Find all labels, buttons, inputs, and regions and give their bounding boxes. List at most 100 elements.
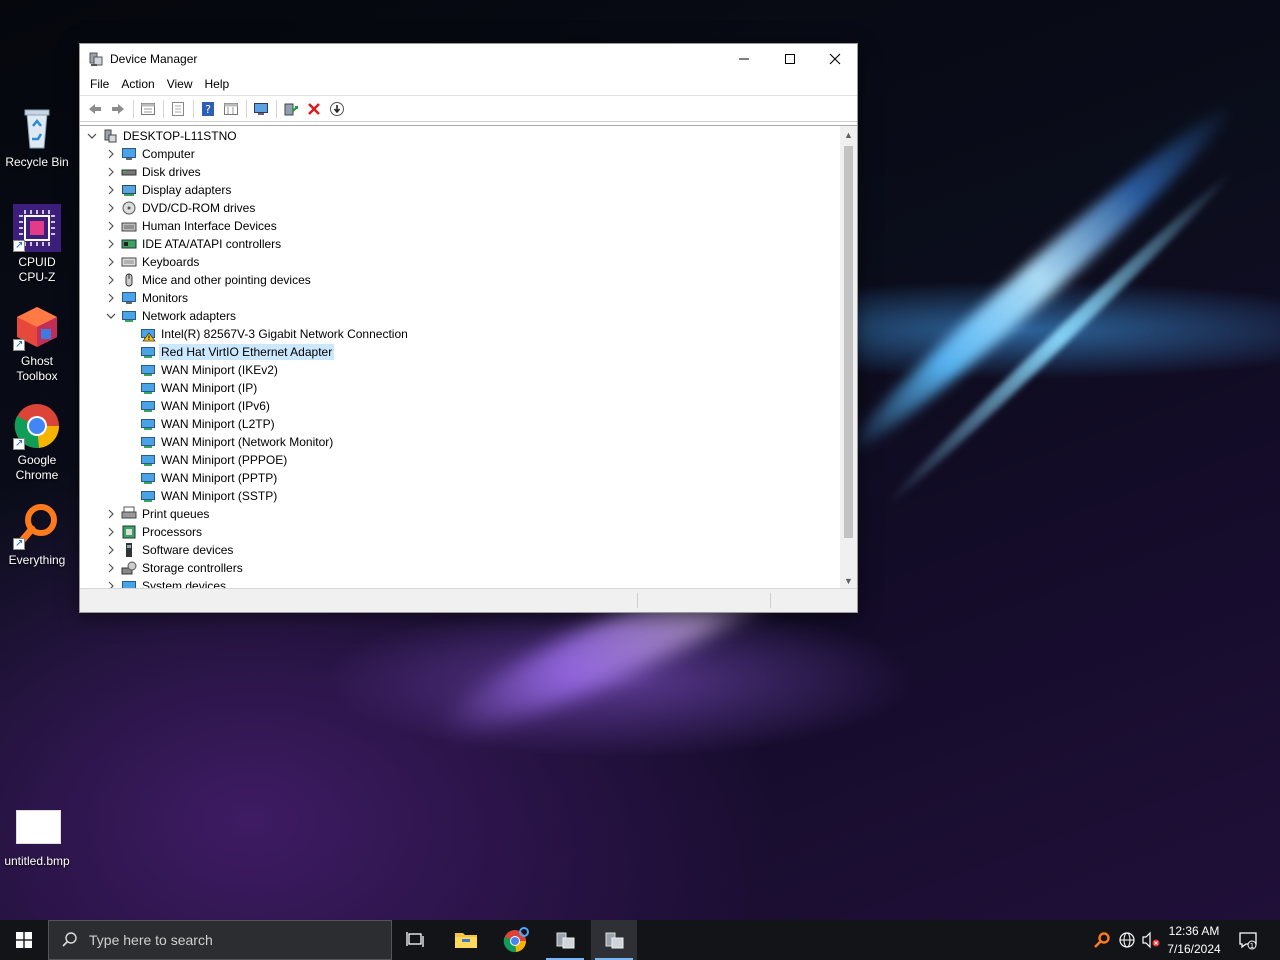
device-manager-window[interactable]: Device Manager File Action View Help ? D…	[79, 43, 858, 613]
desktop-icon-ghost-toolbox[interactable]: Ghost Toolbox	[0, 303, 74, 384]
network-adapter-item[interactable]: Intel(R) 82567V-3 Gigabit Network Connec…	[80, 325, 840, 343]
tree-category-item[interactable]: Processors	[80, 523, 840, 541]
help-button[interactable]: ?	[197, 98, 219, 120]
desktop-icon-everything[interactable]: Everything	[0, 502, 74, 568]
forward-button[interactable]	[107, 98, 129, 120]
network-adapter-item[interactable]: WAN Miniport (PPPOE)	[80, 451, 840, 469]
tree-category-item[interactable]: IDE ATA/ATAPI controllers	[80, 235, 840, 253]
svg-text:1: 1	[1250, 942, 1254, 950]
update-driver-button[interactable]	[280, 98, 302, 120]
maximize-button[interactable]	[767, 44, 813, 73]
menu-view[interactable]: View	[161, 74, 199, 94]
tree-category-network-adapters[interactable]: Network adapters	[80, 307, 840, 325]
chevron-right-icon[interactable]	[105, 220, 117, 232]
monitor-scan-icon	[254, 102, 268, 115]
network-adapter-label: Intel(R) 82567V-3 Gigabit Network Connec…	[161, 327, 408, 341]
network-adapter-item[interactable]: WAN Miniport (L2TP)	[80, 415, 840, 433]
chevron-right-icon[interactable]	[105, 184, 117, 196]
tree-category-item[interactable]: Software devices	[80, 541, 840, 559]
tree-category-item[interactable]: System devices	[80, 577, 840, 588]
tree-category-item[interactable]: Storage controllers	[80, 559, 840, 577]
tree-root-label: DESKTOP-L11STNO	[123, 129, 237, 143]
chevron-right-icon[interactable]	[105, 508, 117, 520]
desktop-icon-google-chrome[interactable]: Google Chrome	[0, 402, 74, 483]
menu-help[interactable]: Help	[199, 74, 236, 94]
task-view-button[interactable]	[393, 920, 439, 960]
uninstall-device-icon	[308, 102, 320, 115]
network-adapter-label: WAN Miniport (SSTP)	[161, 489, 278, 503]
chevron-right-icon[interactable]	[105, 256, 117, 268]
properties-button[interactable]	[167, 98, 189, 120]
everything-tray-icon[interactable]	[1092, 930, 1112, 950]
network-adapter-item[interactable]: WAN Miniport (PPTP)	[80, 469, 840, 487]
tree-category-item[interactable]: Display adapters	[80, 181, 840, 199]
chevron-down-icon[interactable]	[86, 130, 98, 142]
computer-host-icon	[102, 128, 118, 144]
chevron-right-icon[interactable]	[105, 238, 117, 250]
tree-category-item[interactable]: Computer	[80, 145, 840, 163]
scan-hardware-button[interactable]	[250, 98, 272, 120]
resources-view-button[interactable]	[220, 98, 242, 120]
taskbar-device-manager-1[interactable]	[542, 920, 588, 960]
shortcut-arrow-icon	[13, 238, 25, 253]
tree-category-item[interactable]: Print queues	[80, 505, 840, 523]
tree-category-label: Computer	[142, 147, 195, 161]
chrome-icon	[503, 927, 529, 953]
scrollbar-thumb[interactable]	[844, 146, 853, 538]
minimize-button[interactable]	[721, 44, 767, 73]
chevron-right-icon[interactable]	[105, 274, 117, 286]
network-adapter-item[interactable]: WAN Miniport (Network Monitor)	[80, 433, 840, 451]
disable-device-button[interactable]	[326, 98, 348, 120]
chevron-right-icon[interactable]	[105, 148, 117, 160]
system-clock[interactable]: 12:36 AM 7/16/2024	[1162, 922, 1226, 958]
menu-action[interactable]: Action	[115, 74, 160, 94]
device-tree-view[interactable]: DESKTOP-L11STNO Computer Disk drives Displ…	[80, 125, 857, 588]
notifications-icon[interactable]: 1	[1238, 930, 1258, 950]
toolbar-separator	[133, 99, 134, 118]
start-button[interactable]	[0, 920, 48, 960]
taskbar-device-manager-2[interactable]	[591, 920, 637, 960]
chevron-down-icon[interactable]	[105, 310, 117, 322]
scroll-down-arrow-icon[interactable]: ▼	[840, 572, 857, 588]
chevron-right-icon[interactable]	[105, 292, 117, 304]
tree-category-item[interactable]: Mice and other pointing devices	[80, 271, 840, 289]
tree-category-label: System devices	[142, 579, 227, 588]
tree-category-item[interactable]: DVD/CD-ROM drives	[80, 199, 840, 217]
volume-muted-icon[interactable]	[1141, 930, 1161, 950]
show-hide-tree-button[interactable]	[137, 98, 159, 120]
title-bar[interactable]: Device Manager	[80, 44, 857, 73]
chevron-right-icon[interactable]	[105, 166, 117, 178]
network-adapter-item[interactable]: WAN Miniport (SSTP)	[80, 487, 840, 505]
menu-file[interactable]: File	[84, 74, 115, 94]
chevron-right-icon[interactable]	[105, 580, 117, 588]
taskbar: Type here to search 12:36 AM 7/16/2024 1	[0, 920, 1280, 960]
tree-root[interactable]: DESKTOP-L11STNO	[80, 127, 840, 145]
uninstall-device-button[interactable]	[303, 98, 325, 120]
network-adapter-item[interactable]: Red Hat VirtIO Ethernet Adapter	[80, 343, 840, 361]
taskbar-chrome[interactable]	[493, 920, 539, 960]
tree-category-item[interactable]: Human Interface Devices	[80, 217, 840, 235]
tree-category-item[interactable]: Monitors	[80, 289, 840, 307]
network-globe-icon[interactable]	[1117, 930, 1137, 950]
menu-bar: File Action View Help	[80, 73, 857, 95]
chevron-right-icon[interactable]	[105, 562, 117, 574]
tree-category-item[interactable]: Disk drives	[80, 163, 840, 181]
network-adapter-item[interactable]: WAN Miniport (IPv6)	[80, 397, 840, 415]
tree-category-label: DVD/CD-ROM drives	[142, 201, 256, 215]
chevron-right-icon[interactable]	[105, 526, 117, 538]
desktop-icon-recycle-bin[interactable]: Recycle Bin	[0, 104, 74, 170]
taskbar-file-explorer[interactable]	[443, 920, 489, 960]
tree-category-item[interactable]: Keyboards	[80, 253, 840, 271]
close-button[interactable]	[812, 44, 858, 73]
chevron-right-icon[interactable]	[105, 202, 117, 214]
back-button[interactable]	[84, 98, 106, 120]
vertical-scrollbar[interactable]: ▲ ▼	[840, 126, 857, 588]
desktop-icon-cpu-z[interactable]: CPUID CPU-Z	[0, 204, 74, 285]
scroll-up-arrow-icon[interactable]: ▲	[840, 126, 857, 143]
taskbar-search-box[interactable]: Type here to search	[48, 920, 392, 960]
network-adapter-item[interactable]: WAN Miniport (IKEv2)	[80, 361, 840, 379]
shortcut-arrow-icon	[13, 436, 25, 451]
chevron-right-icon[interactable]	[105, 544, 117, 556]
network-adapter-item[interactable]: WAN Miniport (IP)	[80, 379, 840, 397]
desktop-icon-untitled-bmp[interactable]: untitled.bmp	[0, 808, 74, 869]
